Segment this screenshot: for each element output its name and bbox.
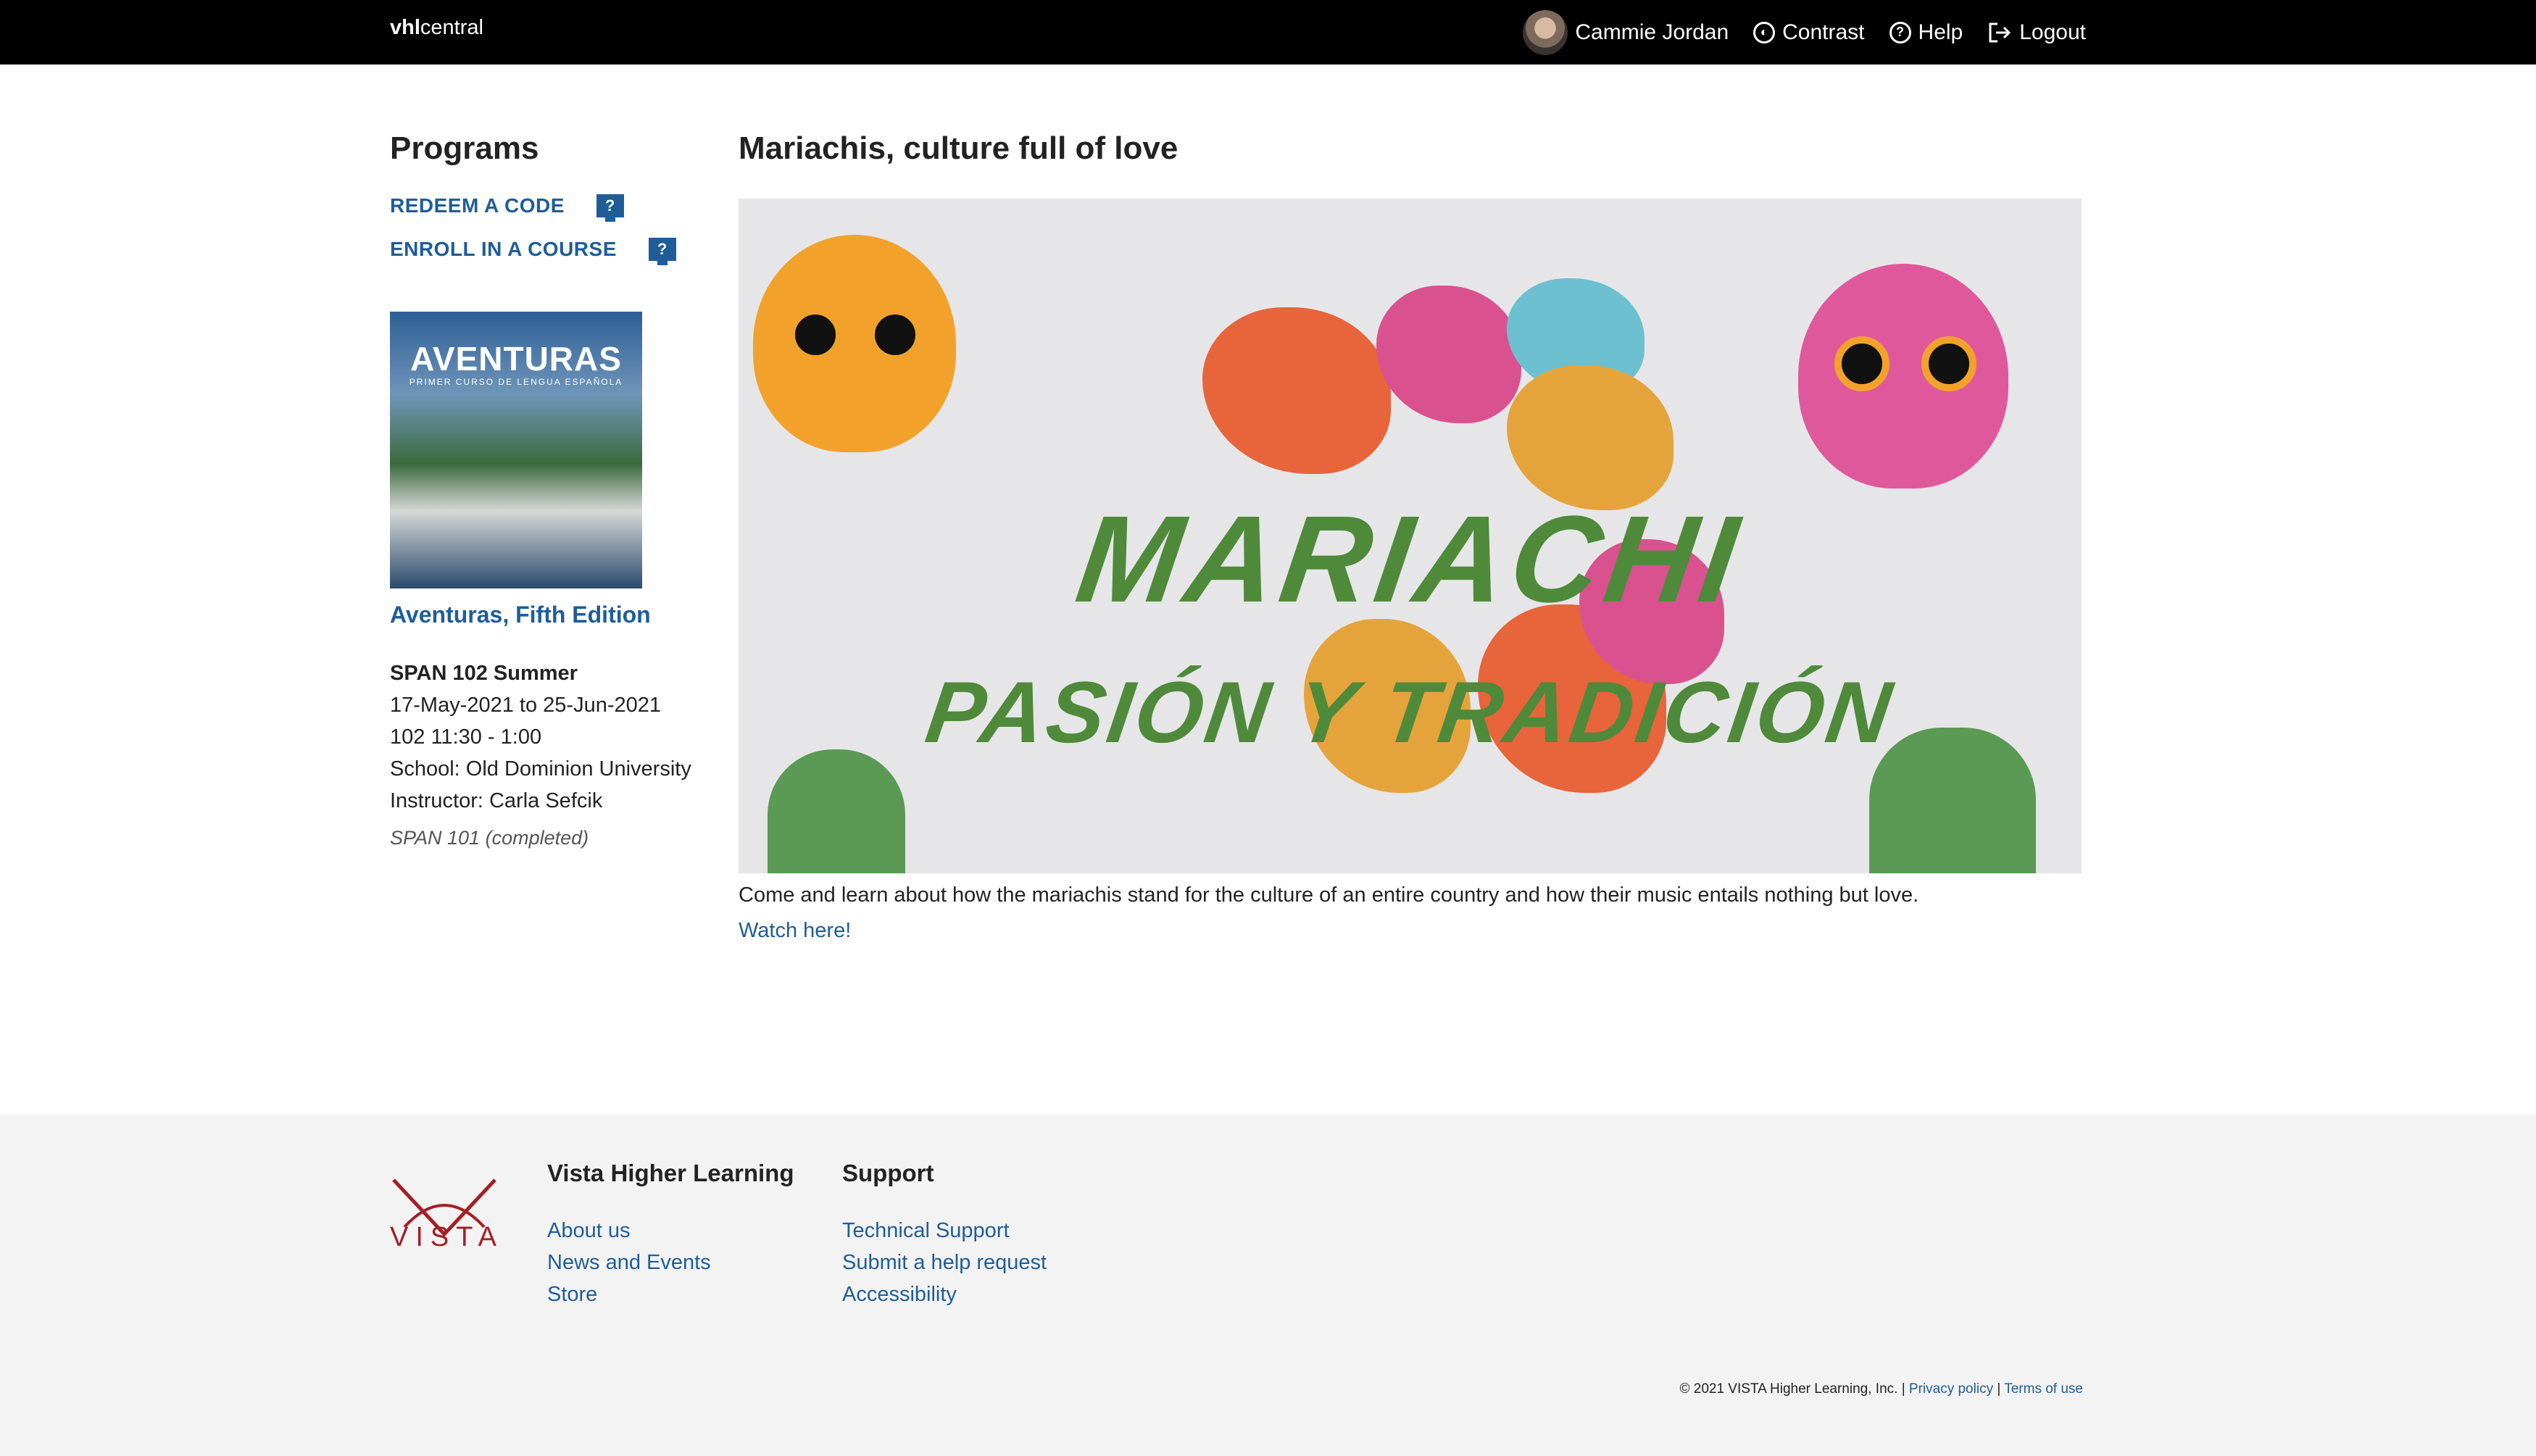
enroll-course-link[interactable]: ENROLL IN A COURSE ? <box>390 238 702 265</box>
accessibility-link[interactable]: Accessibility <box>842 1278 1047 1310</box>
site-footer: VISTA Vista Higher Learning About us New… <box>0 1115 2536 1456</box>
contrast-icon: ◐ <box>1753 21 1776 43</box>
footer-column-vhl: Vista Higher Learning About us News and … <box>547 1160 794 1310</box>
programs-sidebar: Programs REDEEM A CODE ? ENROLL IN A COU… <box>390 130 702 849</box>
question-screen-icon[interactable]: ? <box>648 238 676 265</box>
hero-video-thumbnail[interactable]: MARIACHI PASIÓN Y TRADICIÓN <box>739 199 2082 873</box>
store-link[interactable]: Store <box>547 1278 794 1310</box>
contrast-button[interactable]: ◐ Contrast <box>1753 20 1865 45</box>
footer-column-support: Support Technical Support Submit a help … <box>842 1160 1047 1310</box>
programs-heading: Programs <box>390 130 539 166</box>
redeem-code-link[interactable]: REDEEM A CODE ? <box>390 194 702 222</box>
legal-line: © 2021 VISTA Higher Learning, Inc. | Pri… <box>1679 1381 2083 1397</box>
user-profile-link[interactable]: Cammie Jordan <box>1523 9 1729 55</box>
video-description: Come and learn about how the mariachis s… <box>739 883 1919 907</box>
user-menu: Cammie Jordan ◐ Contrast ? Help Logout <box>1523 0 2086 65</box>
logout-button[interactable]: Logout <box>1987 20 2086 45</box>
course-school: School: Old Dominion University <box>390 757 691 781</box>
terms-of-use-link[interactable]: Terms of use <box>2004 1381 2083 1397</box>
legal-separator: | <box>1997 1381 2001 1397</box>
cover-subtitle: PRIMER CURSO DE LENGUA ESPAÑOLA <box>409 377 623 387</box>
user-name: Cammie Jordan <box>1575 20 1729 44</box>
vista-logo-text: VISTA <box>390 1222 504 1252</box>
vhlcentral-logo[interactable]: vhlcentral <box>390 16 483 40</box>
help-icon: ? <box>1889 21 1911 43</box>
help-button[interactable]: ? Help <box>1889 20 1963 45</box>
book-title-link[interactable]: Aventuras, Fifth Edition <box>390 602 702 628</box>
help-label: Help <box>1918 20 1963 44</box>
course-dates: 17-May-2021 to 25-Jun-2021 <box>390 694 662 717</box>
sugar-skull-right <box>1798 264 2008 488</box>
hero-subtitle: PASIÓN Y TRADICIÓN <box>920 664 1900 761</box>
question-screen-icon[interactable]: ? <box>596 194 624 222</box>
logout-icon <box>1989 22 2011 42</box>
course-name: SPAN 102 Summer <box>390 662 578 685</box>
skull-eye <box>1921 336 1976 391</box>
cactus-left <box>768 749 905 873</box>
skull-eye <box>868 307 923 362</box>
enroll-course-label: ENROLL IN A COURSE <box>390 238 617 260</box>
avatar <box>1523 9 1568 55</box>
footer-support-heading: Support <box>842 1160 934 1186</box>
copyright-text: © 2021 VISTA Higher Learning, Inc. | <box>1679 1381 1905 1397</box>
page-title: Mariachis, culture full of love <box>739 130 1178 166</box>
paint-splash <box>1376 286 1521 423</box>
course-details: SPAN 102 Summer 17-May-2021 to 25-Jun-20… <box>390 657 702 817</box>
main-content: Mariachis, culture full of love MARIACHI… <box>739 130 2082 943</box>
redeem-code-label: REDEEM A CODE <box>390 194 565 217</box>
contrast-label: Contrast <box>1782 20 1865 44</box>
cover-title: AVENTURAS <box>410 340 622 378</box>
logout-label: Logout <box>2019 20 2086 44</box>
completed-course: SPAN 101 (completed) <box>390 827 589 849</box>
news-events-link[interactable]: News and Events <box>547 1247 794 1278</box>
book-cover-image[interactable]: AVENTURAS PRIMER CURSO DE LENGUA ESPAÑOL… <box>390 312 642 588</box>
skull-eye <box>1834 336 1889 391</box>
paint-splash <box>1202 307 1391 474</box>
about-us-link[interactable]: About us <box>547 1215 794 1247</box>
course-section: 102 11:30 - 1:00 <box>390 725 542 749</box>
hero-title: MARIACHI <box>1069 491 1751 628</box>
footer-vhl-heading: Vista Higher Learning <box>547 1160 794 1186</box>
privacy-policy-link[interactable]: Privacy policy <box>1909 1381 1993 1397</box>
help-request-link[interactable]: Submit a help request <box>842 1247 1047 1278</box>
course-instructor: Instructor: Carla Sefcik <box>390 789 603 812</box>
technical-support-link[interactable]: Technical Support <box>842 1215 1047 1247</box>
cactus-right <box>1869 728 2036 873</box>
watch-here-link[interactable]: Watch here! <box>739 919 851 943</box>
top-navigation-bar: vhlcentral Cammie Jordan ◐ Contrast ? He… <box>0 0 2536 65</box>
skull-eye <box>788 307 843 362</box>
sugar-skull-left <box>753 235 956 452</box>
